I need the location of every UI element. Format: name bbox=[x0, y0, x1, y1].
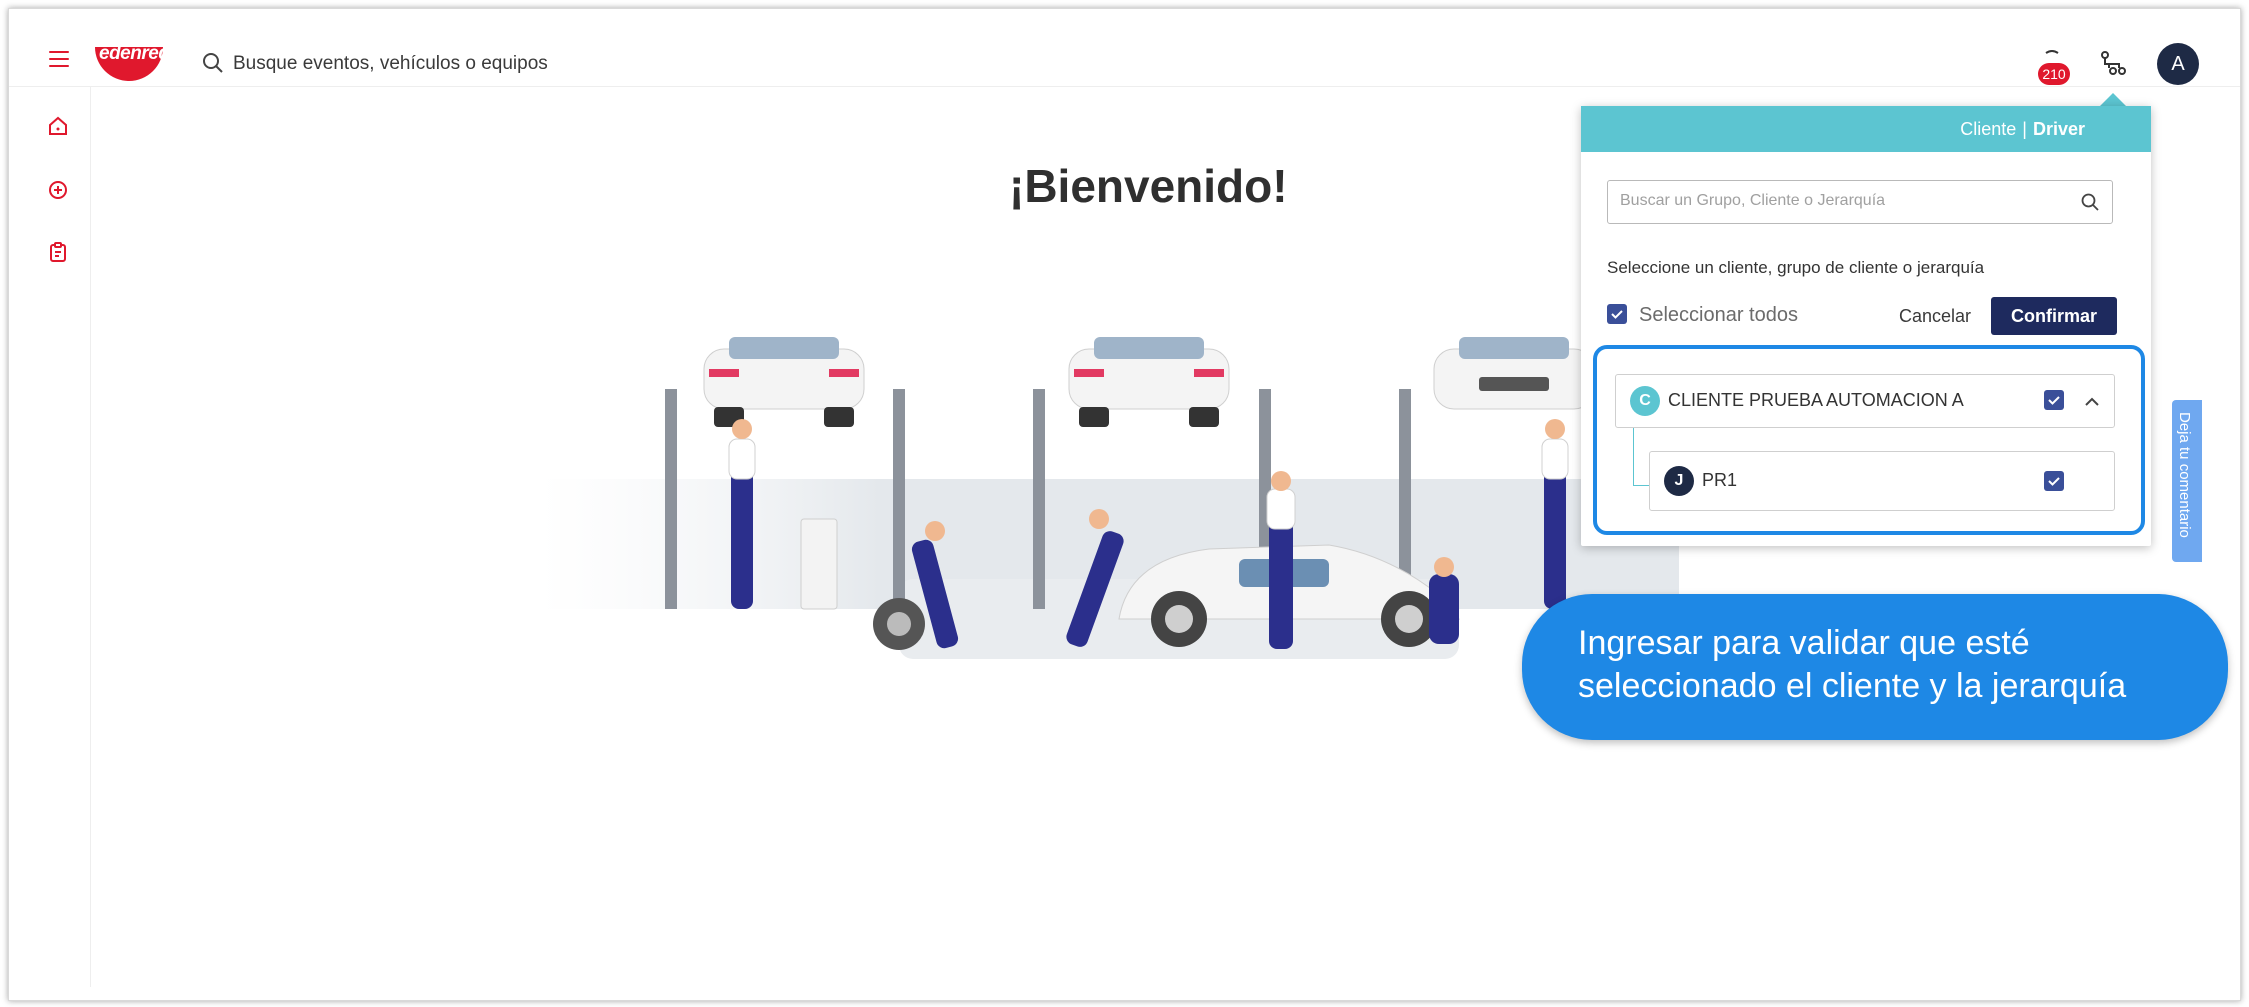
global-search-input[interactable]: Busque eventos, vehículos o equipos bbox=[233, 53, 548, 75]
panel-tabs: Cliente | Driver bbox=[1581, 106, 2151, 152]
search-icon[interactable] bbox=[2080, 192, 2100, 212]
top-bar: edenred Busque eventos, vehículos o equi… bbox=[9, 9, 2240, 87]
menu-icon[interactable] bbox=[49, 51, 69, 72]
cancel-button[interactable]: Cancelar bbox=[1899, 306, 1971, 327]
home-icon[interactable] bbox=[47, 115, 69, 137]
logo-text: edenred bbox=[99, 43, 170, 64]
user-avatar[interactable]: A bbox=[2157, 43, 2199, 85]
page-title: ¡Bienvenido! bbox=[1009, 160, 1288, 212]
workshop-illustration bbox=[539, 337, 1679, 659]
tab-separator: | bbox=[2022, 119, 2027, 139]
selection-prompt: Seleccione un cliente, grupo de cliente … bbox=[1607, 258, 1985, 277]
check-icon bbox=[1611, 310, 1623, 319]
search-icon[interactable] bbox=[201, 51, 225, 75]
add-circle-icon[interactable] bbox=[47, 179, 69, 201]
tab-cliente[interactable]: Cliente bbox=[1960, 119, 2016, 139]
panel-search-input[interactable] bbox=[1620, 181, 2060, 221]
highlight-box bbox=[1593, 345, 2145, 535]
tab-driver[interactable]: Driver bbox=[2033, 119, 2085, 139]
panel-search-field[interactable] bbox=[1607, 180, 2113, 224]
callout-line-2: seleccionado el cliente y la jerarquía bbox=[1578, 667, 2127, 705]
feedback-tab-label: Deja tu comentario bbox=[2176, 412, 2193, 538]
confirm-button[interactable]: Confirmar bbox=[1991, 297, 2117, 335]
sidebar bbox=[9, 87, 91, 987]
hierarchy-icon[interactable] bbox=[2099, 49, 2127, 77]
callout-line-1: Ingresar para validar que esté bbox=[1578, 624, 2030, 662]
select-all-label[interactable]: Seleccionar todos bbox=[1639, 304, 1798, 327]
notification-badge: 210 bbox=[2038, 63, 2070, 85]
notifications-button[interactable]: 210 bbox=[2032, 45, 2072, 85]
select-all-checkbox[interactable] bbox=[1607, 304, 1627, 324]
clipboard-icon[interactable] bbox=[47, 241, 69, 263]
feedback-tab[interactable]: Deja tu comentario bbox=[2172, 400, 2202, 562]
instruction-callout: Ingresar para validar que esté seleccion… bbox=[1522, 594, 2228, 740]
